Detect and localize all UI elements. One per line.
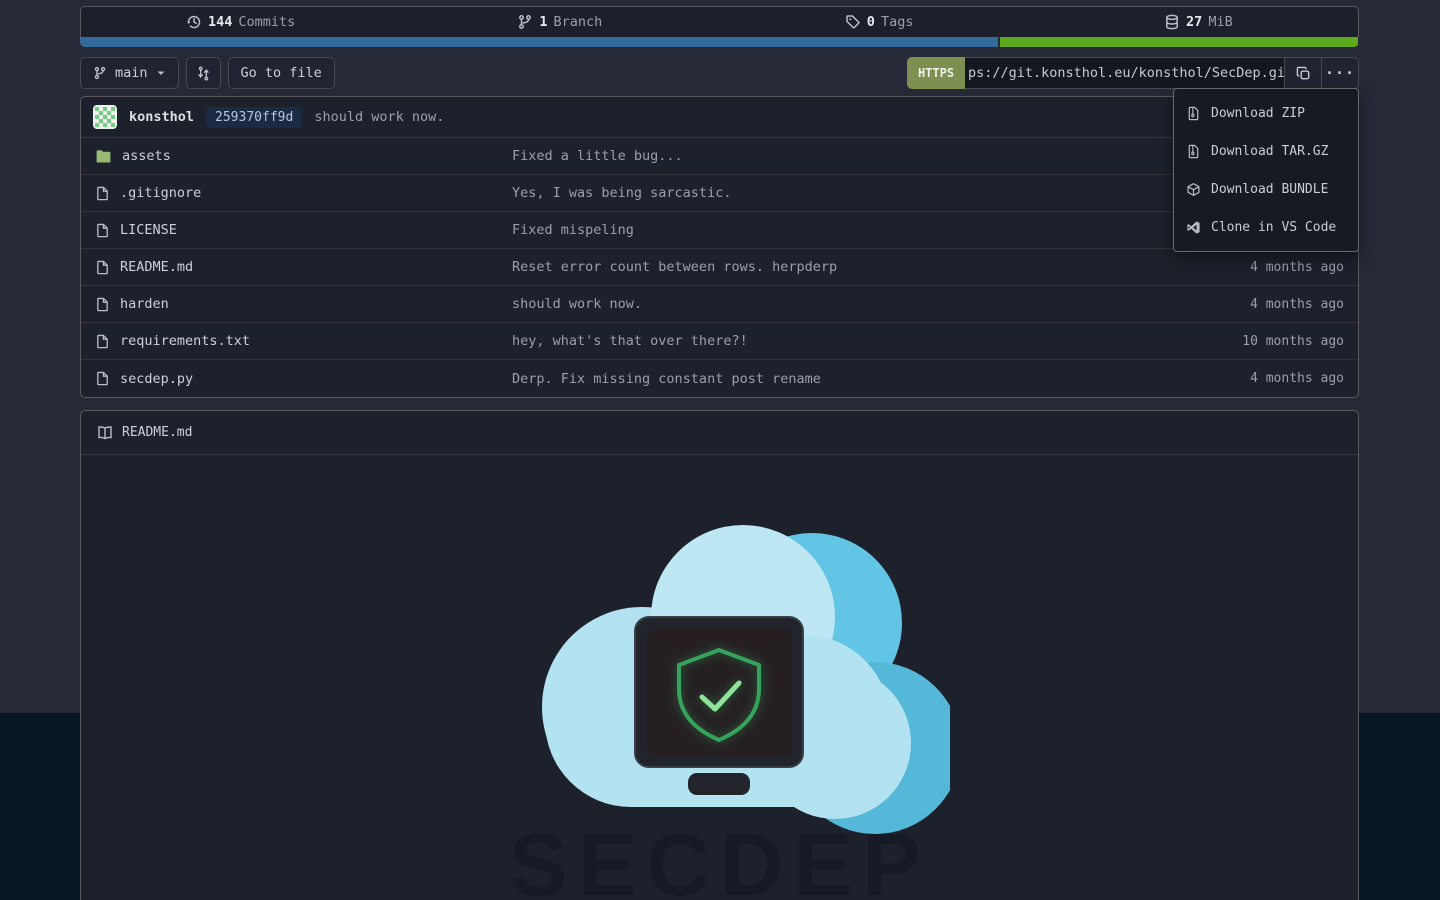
go-to-file-button[interactable]: Go to file (228, 57, 335, 89)
table-row[interactable]: harden should work now. 4 months ago (81, 286, 1358, 323)
file-commit-message[interactable]: should work now. (512, 296, 1134, 312)
menu-item-download-zip[interactable]: Download ZIP (1174, 94, 1358, 132)
menu-item-download-bundle[interactable]: Download BUNDLE (1174, 170, 1358, 208)
readme-panel: README.md SECDEP (80, 410, 1359, 900)
commits-count: 144 (208, 14, 232, 30)
secdep-logo-text: SECDEP (509, 815, 931, 900)
stat-branches[interactable]: 1 Branch (400, 14, 719, 30)
file-name[interactable]: requirements.txt (120, 333, 250, 349)
zip-file-icon (1186, 106, 1201, 121)
vscode-icon (1186, 220, 1201, 235)
file-icon (95, 334, 110, 349)
file-name[interactable]: assets (122, 148, 171, 164)
compare-icon (196, 66, 211, 81)
secdep-logo-image: SECDEP (490, 505, 950, 900)
table-row[interactable]: assets Fixed a little bug... (81, 138, 1358, 175)
stat-size[interactable]: 27 MiB (1039, 14, 1358, 30)
https-label: HTTPS (918, 66, 954, 80)
branches-count: 1 (539, 14, 547, 30)
branch-name: main (115, 65, 148, 81)
language-segment-green[interactable] (1000, 37, 1358, 47)
menu-item-clone-vscode[interactable]: Clone in VS Code (1174, 208, 1358, 246)
commit-hash-badge[interactable]: 259370ff9d (206, 107, 302, 128)
zip-file-icon (1186, 144, 1201, 159)
file-name[interactable]: secdep.py (120, 371, 193, 387)
language-bar[interactable] (80, 37, 1359, 47)
file-commit-message[interactable]: Reset error count between rows. herpderp (512, 259, 1134, 275)
repo-toolbar: main Go to file HTTPS ps://git.konsthol.… (80, 57, 1359, 89)
table-row[interactable]: secdep.py Derp. Fix missing constant pos… (81, 360, 1358, 397)
copy-icon (1296, 66, 1311, 81)
file-icon (95, 260, 110, 275)
file-age: 10 months ago (1134, 334, 1344, 349)
file-icon (95, 223, 110, 238)
readme-header[interactable]: README.md (81, 411, 1358, 455)
file-commit-message[interactable]: hey, what's that over there?! (512, 333, 1134, 349)
branch-icon (93, 66, 107, 80)
book-icon (97, 425, 113, 441)
repo-stats-bar: 144 Commits 1 Branch 0 Tags 27 MiB (80, 6, 1359, 37)
file-icon (95, 297, 110, 312)
branch-icon (517, 14, 533, 30)
compare-branches-button[interactable] (186, 57, 221, 89)
language-segment-blue[interactable] (80, 37, 998, 47)
stat-tags[interactable]: 0 Tags (720, 14, 1039, 30)
file-icon (95, 186, 110, 201)
file-commit-message[interactable]: Fixed mispeling (512, 222, 1134, 238)
readme-content: SECDEP (81, 455, 1358, 900)
folder-icon (95, 148, 112, 165)
clone-panel: HTTPS ps://git.konsthol.eu/konsthol/SecD… (907, 57, 1359, 89)
menu-item-download-targz[interactable]: Download TAR.GZ (1174, 132, 1358, 170)
file-name[interactable]: harden (120, 296, 169, 312)
clone-url-text: ps://git.konsthol.eu/konsthol/SecDep.git (968, 65, 1285, 81)
go-to-file-label: Go to file (241, 65, 322, 81)
branches-label: Branch (554, 14, 603, 30)
table-row[interactable]: README.md Reset error count between rows… (81, 249, 1358, 286)
branch-selector[interactable]: main (80, 57, 179, 89)
file-age: 4 months ago (1134, 260, 1344, 275)
commit-message[interactable]: should work now. (314, 109, 444, 125)
ellipsis-icon: ··· (1325, 64, 1355, 82)
tags-count: 0 (867, 14, 875, 30)
repo-size-label: MiB (1208, 14, 1232, 30)
file-name[interactable]: .gitignore (120, 185, 201, 201)
file-table: konsthol 259370ff9d should work now. ass… (80, 96, 1359, 398)
avatar[interactable] (93, 105, 117, 129)
more-actions-button[interactable]: ··· (1322, 57, 1359, 89)
tags-label: Tags (881, 14, 914, 30)
table-row[interactable]: requirements.txt hey, what's that over t… (81, 323, 1358, 360)
clone-url-input[interactable]: ps://git.konsthol.eu/konsthol/SecDep.git (965, 57, 1285, 89)
table-row[interactable]: .gitignore Yes, I was being sarcastic. (81, 175, 1358, 212)
menu-item-label: Clone in VS Code (1211, 220, 1336, 235)
copy-url-button[interactable] (1285, 57, 1322, 89)
file-commit-message[interactable]: Fixed a little bug... (512, 148, 1134, 164)
https-protocol-button[interactable]: HTTPS (907, 57, 965, 89)
readme-title: README.md (122, 425, 192, 440)
menu-item-label: Download ZIP (1211, 106, 1305, 121)
commit-author[interactable]: konsthol (129, 109, 194, 125)
tag-icon (845, 14, 861, 30)
latest-commit-row[interactable]: konsthol 259370ff9d should work now. (81, 97, 1358, 138)
file-commit-message[interactable]: Derp. Fix missing constant post rename (512, 371, 1134, 387)
package-icon (1186, 182, 1201, 197)
file-icon (95, 371, 110, 386)
download-menu: Download ZIP Download TAR.GZ Download BU… (1173, 88, 1359, 252)
repo-size-value: 27 (1186, 14, 1202, 30)
file-age: 4 months ago (1134, 297, 1344, 312)
stat-commits[interactable]: 144 Commits (81, 14, 400, 30)
file-name[interactable]: LICENSE (120, 222, 177, 238)
commits-label: Commits (238, 14, 295, 30)
menu-item-label: Download TAR.GZ (1211, 144, 1328, 159)
file-age: 4 months ago (1134, 371, 1344, 386)
table-row[interactable]: LICENSE Fixed mispeling (81, 212, 1358, 249)
file-name[interactable]: README.md (120, 259, 193, 275)
chevron-down-icon (156, 68, 166, 78)
file-commit-message[interactable]: Yes, I was being sarcastic. (512, 185, 1134, 201)
database-icon (1164, 14, 1180, 30)
history-icon (186, 14, 202, 30)
menu-item-label: Download BUNDLE (1211, 182, 1328, 197)
